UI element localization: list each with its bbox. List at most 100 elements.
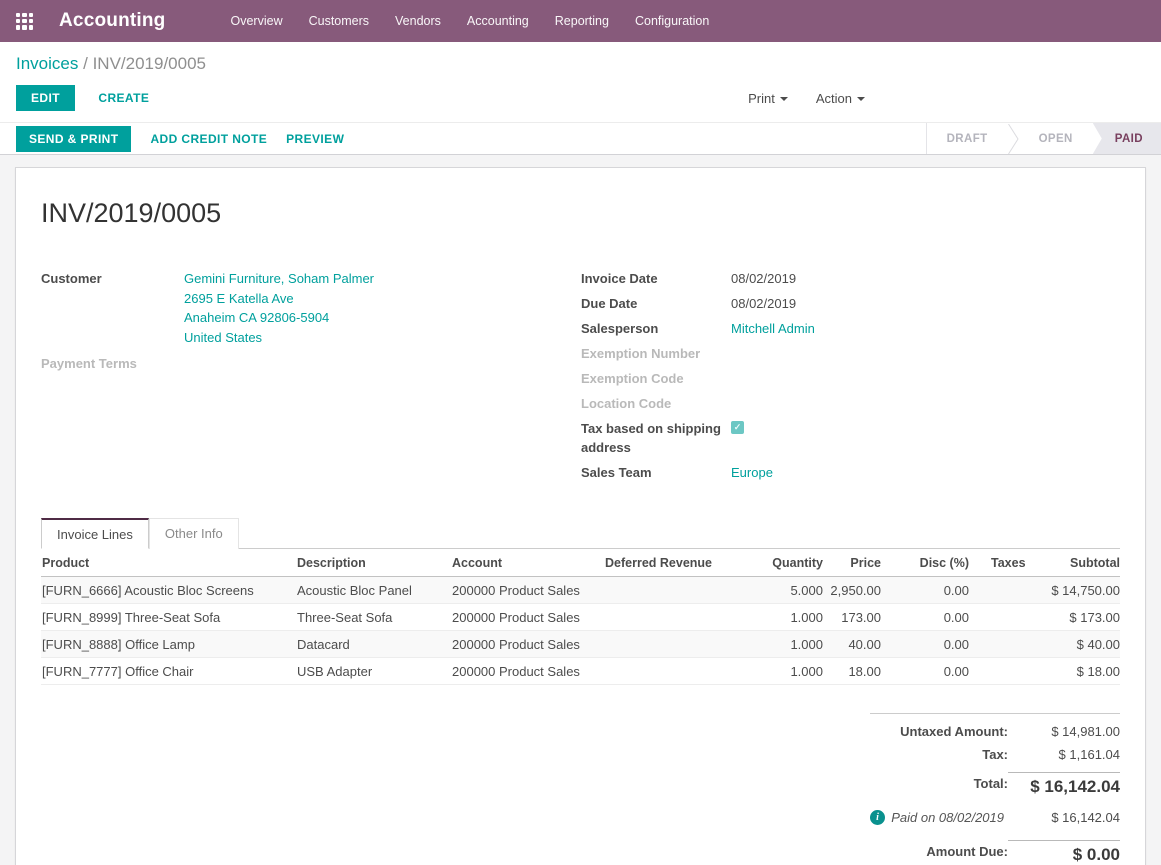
due-date-label: Due Date (581, 294, 731, 313)
cell-subtotal: $ 14,750.00 (1044, 583, 1120, 598)
status-step-draft[interactable]: DRAFT (927, 123, 1008, 154)
cell-quantity: 1.000 (771, 610, 823, 625)
nav-item-vendors[interactable]: Vendors (382, 0, 454, 42)
control-panel: Invoices / INV/2019/0005 EDIT CREATE Pri… (0, 42, 1161, 122)
tax-shipping-checkbox[interactable]: ✓ (731, 421, 744, 434)
nav-item-accounting[interactable]: Accounting (454, 0, 542, 42)
customer-name-link[interactable]: Gemini Furniture, Soham Palmer (184, 269, 374, 289)
exemption-code-label: Exemption Code (581, 369, 731, 388)
nav-menu: Overview Customers Vendors Accounting Re… (218, 0, 723, 42)
customer-address: Gemini Furniture, Soham Palmer 2695 E Ka… (184, 269, 374, 347)
chevron-separator-icon (1008, 124, 1019, 154)
add-credit-note-button[interactable]: ADD CREDIT NOTE (150, 132, 267, 146)
untaxed-amount-row: Untaxed Amount: $ 14,981.00 (870, 720, 1120, 743)
table-row[interactable]: [FURN_8888] Office Lamp Datacard 200000 … (41, 631, 1120, 658)
header-description: Description (297, 556, 452, 570)
header-quantity: Quantity (771, 556, 823, 570)
table-header-row: Product Description Account Deferred Rev… (41, 549, 1120, 577)
cell-disc: 0.00 (881, 637, 969, 652)
cell-price: 40.00 (823, 637, 881, 652)
amount-due-value: $ 0.00 (1008, 840, 1120, 865)
cell-product: [FURN_7777] Office Chair (41, 664, 297, 679)
fields-left-column: Customer Gemini Furniture, Soham Palmer … (41, 269, 581, 488)
cell-product: [FURN_6666] Acoustic Bloc Screens (41, 583, 297, 598)
print-dropdown-label: Print (748, 91, 775, 106)
customer-label: Customer (41, 269, 184, 347)
nav-item-reporting[interactable]: Reporting (542, 0, 622, 42)
apps-menu-icon[interactable] (16, 13, 33, 30)
breadcrumb: Invoices / INV/2019/0005 (16, 54, 1145, 74)
salesperson-link[interactable]: Mitchell Admin (731, 319, 815, 338)
header-price: Price (823, 556, 881, 570)
header-account: Account (452, 556, 605, 570)
paid-on-label: Paid on 08/02/2019 (891, 810, 1004, 825)
nav-item-overview[interactable]: Overview (218, 0, 296, 42)
send-print-button[interactable]: SEND & PRINT (16, 126, 131, 152)
amount-due-label: Amount Due: (926, 844, 1008, 859)
nav-item-configuration[interactable]: Configuration (622, 0, 722, 42)
invoice-date-value: 08/02/2019 (731, 269, 796, 288)
due-date-field: Due Date 08/02/2019 (581, 294, 1120, 313)
sales-team-link[interactable]: Europe (731, 463, 773, 482)
untaxed-amount-label: Untaxed Amount: (900, 724, 1008, 739)
edit-button[interactable]: EDIT (16, 85, 75, 111)
cell-subtotal: $ 18.00 (1044, 664, 1120, 679)
action-dropdown-label: Action (816, 91, 852, 106)
total-row: Total: $ 16,142.04 (870, 766, 1120, 801)
customer-street[interactable]: 2695 E Katella Ave (184, 289, 374, 309)
cell-account: 200000 Product Sales (452, 637, 605, 652)
table-row[interactable]: [FURN_6666] Acoustic Bloc Screens Acoust… (41, 577, 1120, 604)
cell-account: 200000 Product Sales (452, 664, 605, 679)
tab-invoice-lines[interactable]: Invoice Lines (41, 518, 149, 549)
cell-description: USB Adapter (297, 664, 452, 679)
total-value: $ 16,142.04 (1008, 772, 1120, 797)
cell-disc: 0.00 (881, 583, 969, 598)
exemption-code-field: Exemption Code (581, 369, 1120, 388)
tax-shipping-label: Tax based on shipping address (581, 419, 731, 457)
customer-country[interactable]: United States (184, 328, 374, 348)
table-row[interactable]: [FURN_8999] Three-Seat Sofa Three-Seat S… (41, 604, 1120, 631)
table-row[interactable]: [FURN_7777] Office Chair USB Adapter 200… (41, 658, 1120, 685)
amount-due-row: Amount Due: $ 0.00 (870, 834, 1120, 865)
invoice-lines-table: Product Description Account Deferred Rev… (41, 549, 1120, 685)
info-icon[interactable]: i (870, 810, 885, 825)
customer-field: Customer Gemini Furniture, Soham Palmer … (41, 269, 581, 347)
header-disc: Disc (%) (881, 556, 969, 570)
customer-city[interactable]: Anaheim CA 92806-5904 (184, 308, 374, 328)
cell-description: Datacard (297, 637, 452, 652)
cell-account: 200000 Product Sales (452, 610, 605, 625)
total-label: Total: (974, 776, 1008, 791)
paid-amount-value: $ 16,142.04 (1008, 810, 1120, 825)
breadcrumb-invoices-link[interactable]: Invoices (16, 54, 78, 73)
header-subtotal: Subtotal (1044, 556, 1120, 570)
statusbar-buttons: SEND & PRINT ADD CREDIT NOTE PREVIEW (0, 123, 344, 154)
untaxed-amount-value: $ 14,981.00 (1008, 724, 1120, 739)
notebook-tabs: Invoice Lines Other Info (41, 518, 1120, 549)
action-dropdown[interactable]: Action (816, 91, 865, 106)
print-dropdown[interactable]: Print (748, 91, 788, 106)
sales-team-label: Sales Team (581, 463, 731, 482)
tax-row: Tax: $ 1,161.04 (870, 743, 1120, 766)
invoice-sheet: INV/2019/0005 Customer Gemini Furniture,… (15, 167, 1146, 865)
nav-item-customers[interactable]: Customers (296, 0, 382, 42)
cell-description: Three-Seat Sofa (297, 610, 452, 625)
tab-other-info[interactable]: Other Info (149, 518, 239, 549)
header-deferred-revenue: Deferred Revenue (605, 556, 771, 570)
cell-price: 2,950.00 (823, 583, 881, 598)
preview-button[interactable]: PREVIEW (286, 132, 344, 146)
breadcrumb-current: INV/2019/0005 (93, 54, 206, 73)
exemption-number-field: Exemption Number (581, 344, 1120, 363)
status-step-open[interactable]: OPEN (1019, 123, 1093, 154)
checkmark-icon: ✓ (734, 423, 742, 432)
cell-product: [FURN_8999] Three-Seat Sofa (41, 610, 297, 625)
chevron-down-icon (857, 97, 865, 101)
header-product: Product (41, 556, 297, 570)
invoice-date-field: Invoice Date 08/02/2019 (581, 269, 1120, 288)
cell-price: 173.00 (823, 610, 881, 625)
tax-label: Tax: (982, 747, 1008, 762)
status-step-paid[interactable]: PAID (1093, 123, 1161, 154)
status-steps: DRAFT OPEN PAID (926, 123, 1161, 154)
location-code-label: Location Code (581, 394, 731, 413)
create-button[interactable]: CREATE (98, 91, 149, 105)
totals-panel: Untaxed Amount: $ 14,981.00 Tax: $ 1,161… (870, 713, 1120, 865)
